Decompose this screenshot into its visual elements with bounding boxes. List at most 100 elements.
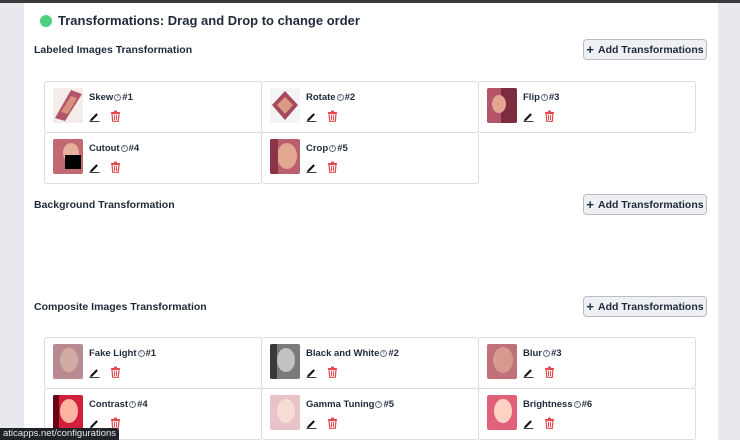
trash-icon[interactable] (110, 161, 121, 173)
pencil-icon[interactable] (89, 367, 100, 378)
card-actions (89, 110, 121, 122)
transformation-name: Crop (306, 143, 329, 154)
info-icon[interactable]: i (375, 401, 383, 408)
transformation-card[interactable]: Fake Light i #1 (44, 337, 262, 389)
order-number: #2 (344, 92, 356, 103)
card-actions (306, 417, 338, 429)
trash-icon[interactable] (110, 110, 121, 122)
thumbnail-image (270, 395, 300, 430)
pencil-icon[interactable] (89, 162, 100, 173)
thumbnail-image (270, 139, 300, 174)
pencil-icon[interactable] (523, 418, 534, 429)
card-label: Contrast i #4 (89, 399, 148, 410)
card-actions (523, 366, 555, 378)
transformation-name: Contrast (89, 399, 129, 410)
order-number: #1 (122, 92, 133, 103)
card-actions (89, 366, 121, 378)
card-label: Fake Light i #1 (89, 348, 156, 359)
transformation-name: Brightness (523, 399, 573, 410)
card-actions (523, 417, 555, 429)
thumbnail-image (270, 88, 300, 123)
info-icon[interactable]: i (543, 350, 550, 357)
transformation-card[interactable]: Skew i #1 (44, 81, 262, 133)
info-icon[interactable]: i (336, 94, 344, 101)
add-transformations-button-composite[interactable]: + Add Transformations (583, 296, 707, 317)
thumbnail-image (487, 395, 517, 430)
transformation-name: Flip (523, 92, 540, 103)
pencil-icon[interactable] (306, 111, 317, 122)
thumbnail-image (53, 344, 83, 379)
thumbnail-image (53, 395, 83, 430)
card-actions (306, 161, 338, 173)
card-label: Rotate i #2 (306, 92, 355, 103)
panel-header: Transformations: Drag and Drop to change… (40, 13, 360, 28)
trash-icon[interactable] (544, 417, 555, 429)
transformation-card[interactable]: Brightness i #6 (478, 388, 696, 440)
section-title-composite: Composite Images Transformation (34, 301, 207, 313)
order-number: #3 (551, 348, 562, 359)
order-number: #3 (548, 92, 560, 103)
info-icon[interactable]: i (114, 94, 122, 101)
transformation-card[interactable]: Rotate i #2 (261, 81, 479, 133)
info-icon[interactable]: i (120, 145, 128, 152)
transformation-name: Fake Light (89, 348, 137, 359)
trash-icon[interactable] (544, 110, 555, 122)
pencil-icon[interactable] (523, 367, 534, 378)
transformation-card[interactable]: Flip i #3 (478, 81, 696, 133)
trash-icon[interactable] (110, 366, 121, 378)
thumbnail-image (487, 344, 517, 379)
info-icon[interactable]: i (540, 94, 548, 101)
thumbnail-image (53, 88, 83, 123)
trash-icon[interactable] (544, 366, 555, 378)
trash-icon[interactable] (327, 161, 338, 173)
info-icon[interactable]: i (573, 401, 581, 408)
order-number: #2 (388, 348, 399, 359)
card-label: Brightness i #6 (523, 399, 592, 410)
trash-icon[interactable] (327, 110, 338, 122)
transformation-name: Black and White (306, 348, 380, 359)
plus-icon: + (586, 197, 594, 212)
card-label: Flip i #3 (523, 92, 559, 103)
card-label: Skew i #1 (89, 92, 133, 103)
add-button-label: Add Transformations (597, 198, 704, 211)
trash-icon[interactable] (327, 417, 338, 429)
transformation-card[interactable]: Black and White i #2 (261, 337, 479, 389)
pencil-icon[interactable] (306, 418, 317, 429)
order-number: #5 (383, 399, 395, 410)
plus-icon: + (586, 42, 594, 57)
transformation-card[interactable]: Cutout i #4 (44, 132, 262, 184)
thumbnail-image (53, 139, 83, 174)
add-transformations-button-labeled[interactable]: + Add Transformations (583, 39, 707, 60)
card-actions (306, 110, 338, 122)
status-bar-url: aticapps.net/configurations (0, 428, 120, 440)
add-transformations-button-background[interactable]: + Add Transformations (583, 194, 707, 215)
order-number: #5 (337, 143, 348, 154)
transformation-card[interactable]: Blur i #3 (478, 337, 696, 389)
transformation-card[interactable]: Gamma Tuning i #5 (261, 388, 479, 440)
trash-icon[interactable] (327, 366, 338, 378)
card-label: Cutout i #4 (89, 143, 139, 154)
section-title-background: Background Transformation (34, 199, 175, 211)
card-label: Black and White i #2 (306, 348, 399, 359)
transformation-card[interactable]: Crop i #5 (261, 132, 479, 184)
pencil-icon[interactable] (523, 111, 534, 122)
add-button-label: Add Transformations (597, 43, 704, 56)
pencil-icon[interactable] (306, 367, 317, 378)
transformation-name: Cutout (89, 143, 120, 154)
transformation-name: Gamma Tuning (306, 399, 375, 410)
card-label: Crop i #5 (306, 143, 348, 154)
info-icon[interactable]: i (380, 350, 388, 357)
card-actions (89, 161, 121, 173)
status-dot-icon (40, 14, 52, 27)
info-icon[interactable]: i (137, 350, 145, 357)
transformation-name: Rotate (306, 92, 336, 103)
card-label: Gamma Tuning i #5 (306, 399, 394, 410)
card-actions (523, 110, 555, 122)
card-actions (306, 366, 338, 378)
info-icon[interactable]: i (329, 145, 337, 152)
pencil-icon[interactable] (89, 111, 100, 122)
pencil-icon[interactable] (89, 418, 100, 429)
card-label: Blur i #3 (523, 348, 562, 359)
pencil-icon[interactable] (306, 162, 317, 173)
info-icon[interactable]: i (129, 401, 137, 408)
